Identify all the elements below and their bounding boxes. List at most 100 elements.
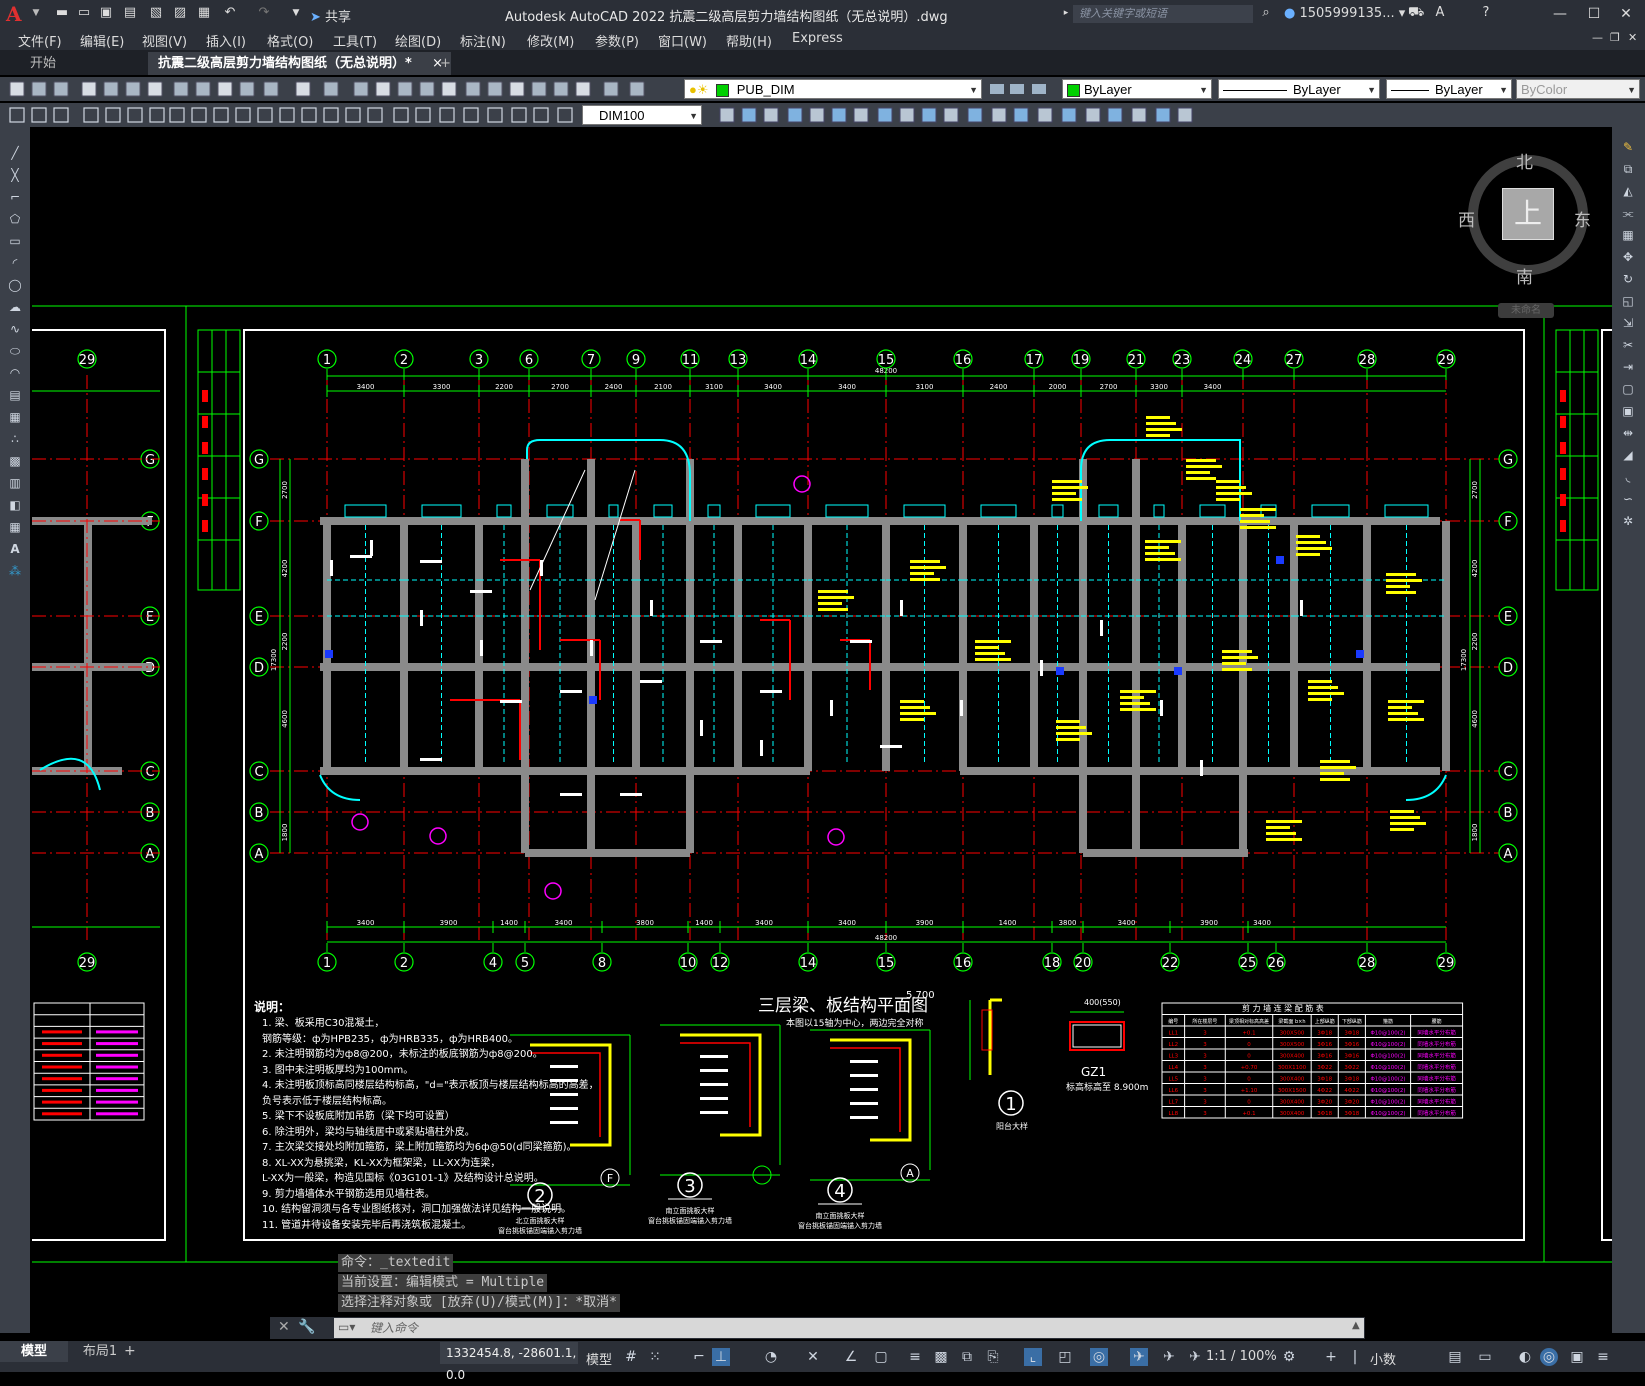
infer-constraints-icon[interactable]: ⌐ — [690, 1348, 708, 1366]
maximize-icon[interactable]: ☐ — [1580, 4, 1608, 24]
transparency-icon[interactable]: ▩ — [932, 1348, 950, 1366]
gradient-icon[interactable]: ▥ — [7, 475, 23, 491]
command-recent-icon[interactable]: ▭▾ — [338, 1320, 355, 1334]
lineweight-dropdown[interactable]: ByLayer ▼ — [1386, 79, 1512, 99]
offset-icon[interactable]: ⫘ — [1620, 205, 1636, 221]
layer-tools-icons[interactable] — [988, 81, 1058, 97]
multiline-text-icon[interactable]: A — [7, 541, 23, 557]
grid-icon[interactable]: # — [622, 1348, 640, 1366]
rectangle-icon[interactable]: ▭ — [7, 233, 23, 249]
blend-curves-icon[interactable]: ∽ — [1620, 491, 1636, 507]
menu-window[interactable]: 窗口(W) — [658, 31, 707, 50]
menu-help[interactable]: 帮助(H) — [726, 31, 772, 50]
tab-layout1[interactable]: 布局1 — [70, 1341, 130, 1362]
table-icon[interactable]: ▦ — [7, 519, 23, 535]
dynamic-input-icon[interactable]: ⊥ — [712, 1348, 730, 1366]
dimstyle-dropdown[interactable]: DIM100 ▼ — [582, 105, 702, 125]
viewcube-top-face[interactable]: 上 — [1502, 188, 1554, 240]
tab-start[interactable]: 开始 — [20, 52, 66, 75]
arc-icon[interactable]: ◜ — [7, 255, 23, 271]
standard-toolbar-icons[interactable] — [0, 77, 660, 101]
doc-close-icon[interactable]: ✕ — [1628, 31, 1637, 44]
tab-document[interactable]: 抗震二级高层剪力墙结构图纸（无总说明）* × — [148, 52, 451, 75]
rotate-icon[interactable]: ↻ — [1620, 271, 1636, 287]
insert-block-icon[interactable]: ▤ — [7, 387, 23, 403]
save-web-icon[interactable]: ▨ — [172, 5, 188, 21]
add-selected-icon[interactable]: ⁂ — [7, 563, 23, 579]
polyline-icon[interactable]: ⌐ — [7, 189, 23, 205]
isodraft-icon[interactable]: ✕ — [804, 1348, 822, 1366]
add-layout-button[interactable]: + — [124, 1343, 136, 1359]
cart-icon[interactable]: ⛟ — [1408, 5, 1424, 21]
save-icon[interactable]: ▣ — [98, 5, 114, 21]
color-dropdown[interactable]: ByLayer ▼ — [1062, 79, 1212, 99]
hardware-acceleration-icon[interactable]: ◎ — [1540, 1348, 1558, 1366]
revcloud-icon[interactable]: ☁ — [7, 299, 23, 315]
line-icon[interactable]: ╱ — [7, 145, 23, 161]
scale-icon[interactable]: ◱ — [1620, 293, 1636, 309]
make-block-icon[interactable]: ▦ — [7, 409, 23, 425]
polar-tracking-icon[interactable]: ◔ — [762, 1348, 780, 1366]
stretch-icon[interactable]: ⇲ — [1620, 315, 1636, 331]
clean-screen-icon[interactable]: ▣ — [1568, 1348, 1586, 1366]
polygon-icon[interactable]: ⬠ — [7, 211, 23, 227]
new-file-icon[interactable]: ▬ — [54, 5, 70, 21]
doc-restore-icon[interactable]: ❐ — [1610, 31, 1620, 44]
selection-filter-icon[interactable]: ◰ — [1056, 1348, 1074, 1366]
command-expand-icon[interactable]: ▲ — [1352, 1320, 1360, 1331]
search-icon[interactable]: ⌕ — [1258, 5, 1274, 21]
menu-express[interactable]: Express — [792, 31, 843, 46]
viewcube-south[interactable]: 南 — [1516, 263, 1533, 288]
annotation-visibility-icon[interactable]: ✈ — [1130, 1348, 1148, 1366]
object-snap-icon[interactable]: ▢ — [872, 1348, 890, 1366]
menu-view[interactable]: 视图(V) — [142, 31, 187, 50]
join-icon[interactable]: ⇹ — [1620, 425, 1636, 441]
quick-access-more-icon[interactable]: ▼ — [288, 5, 304, 21]
autocad-logo-icon[interactable]: A — [6, 3, 26, 25]
move-icon[interactable]: ✥ — [1620, 249, 1636, 265]
save-as-icon[interactable]: ▤ — [122, 5, 138, 21]
spline-icon[interactable]: ∿ — [7, 321, 23, 337]
share-button[interactable]: ➤ 共享 — [310, 6, 351, 25]
break-at-point-icon[interactable]: ▣ — [1620, 403, 1636, 419]
dynamic-ucs-icon[interactable]: ⌞ — [1024, 1348, 1042, 1366]
ellipse-icon[interactable]: ⬭ — [7, 343, 23, 359]
quick-properties-icon[interactable]: ▤ — [1446, 1348, 1464, 1366]
plot-icon[interactable]: ▦ — [196, 5, 212, 21]
viewcube-west[interactable]: 西 — [1458, 206, 1475, 231]
workspace-gear-icon[interactable]: ⚙ — [1280, 1348, 1298, 1366]
plotstyle-dropdown[interactable]: ByColor ▼ — [1516, 79, 1640, 99]
trim-icon[interactable]: ✂ — [1620, 337, 1636, 353]
selection-cycling-icon[interactable]: ⧉ — [958, 1348, 976, 1366]
search-input[interactable]: 键入关键字或短语 — [1073, 5, 1253, 23]
hatch-icon[interactable]: ▩ — [7, 453, 23, 469]
new-tab-button[interactable]: + — [430, 52, 461, 75]
lineweight-icon[interactable]: ≡ — [906, 1348, 924, 1366]
menu-file[interactable]: 文件(F) — [18, 31, 62, 50]
coordinate-readout[interactable]: 1332454.8, -28601.1, 0.0 — [440, 1342, 578, 1382]
circle-icon[interactable]: ◯ — [7, 277, 23, 293]
doc-minimize-icon[interactable]: — — [1592, 31, 1603, 44]
open-file-icon[interactable]: ▭ — [76, 5, 92, 21]
user-account[interactable]: ● 1505999135... ▾ — [1284, 6, 1405, 21]
wcs-menu[interactable]: 未命名 — [1498, 303, 1554, 318]
explode-icon[interactable]: ✲ — [1620, 513, 1636, 529]
linetype-dropdown[interactable]: ByLayer ▼ — [1218, 79, 1380, 99]
snap-icon[interactable]: ⁙ — [646, 1348, 664, 1366]
fillet-icon[interactable]: ◟ — [1620, 469, 1636, 485]
close-icon[interactable]: ✕ — [1612, 4, 1640, 24]
extend-icon[interactable]: ⇥ — [1620, 359, 1636, 375]
viewcube-north[interactable]: 北 — [1516, 148, 1533, 173]
open-web-icon[interactable]: ▧ — [148, 5, 164, 21]
autodesk-app-icon[interactable]: A — [1432, 5, 1448, 21]
isolate-objects-icon[interactable]: ◐ — [1516, 1348, 1534, 1366]
lock-ui-icon[interactable]: ▭ — [1476, 1348, 1494, 1366]
construction-line-icon[interactable]: ╳ — [7, 167, 23, 183]
point-icon[interactable]: ∴ — [7, 431, 23, 447]
menu-insert[interactable]: 插入(I) — [206, 31, 246, 50]
menu-draw[interactable]: 绘图(D) — [395, 31, 441, 50]
model-space-button[interactable]: 模型 — [586, 1349, 612, 1368]
redo-icon[interactable]: ↷ — [256, 5, 272, 21]
erase-icon[interactable]: ✎ — [1620, 139, 1636, 155]
units-value[interactable]: 小数 — [1370, 1349, 1396, 1368]
